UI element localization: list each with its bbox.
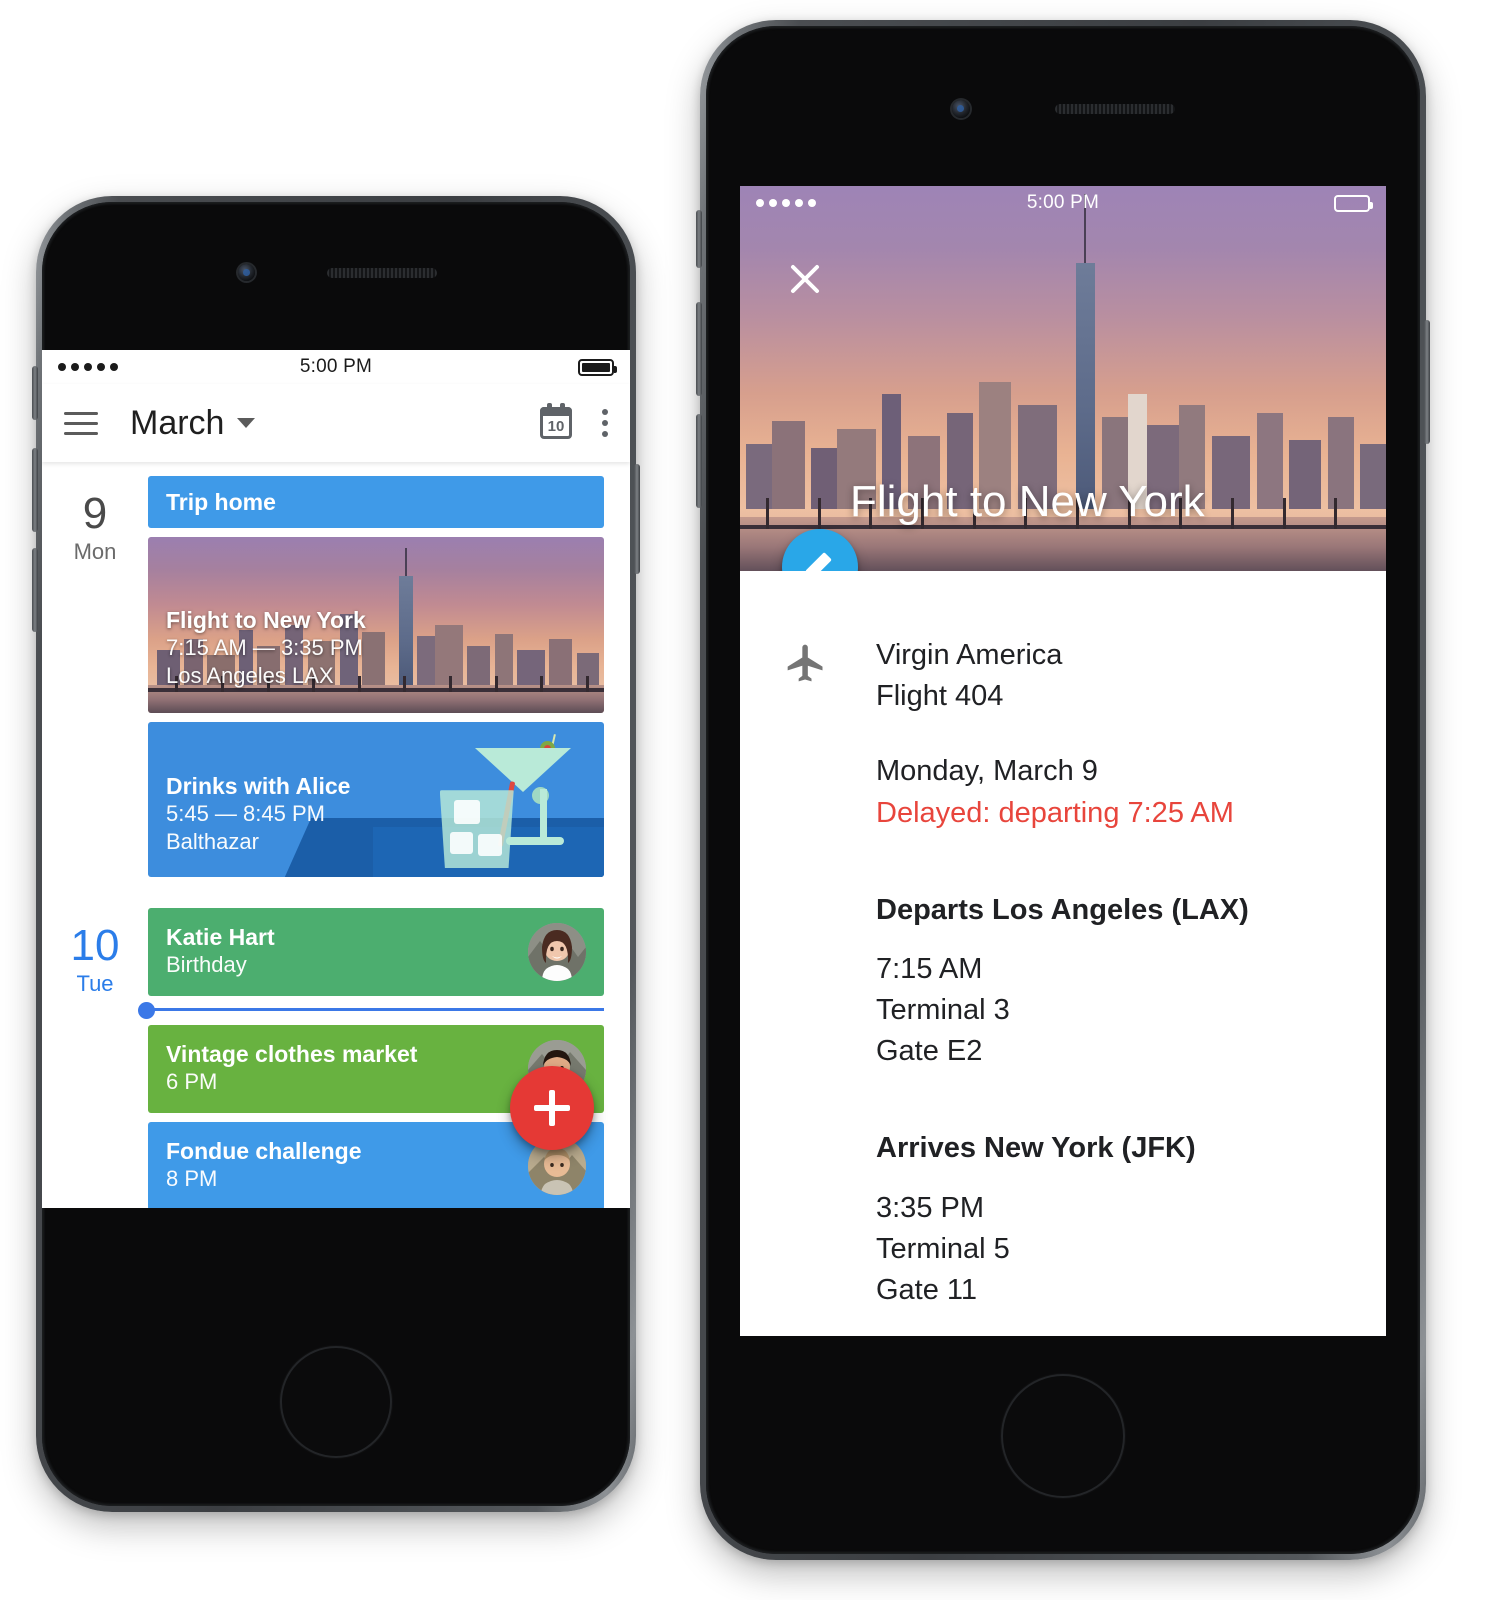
ios-status-bar-right: 5:00 PM	[740, 186, 1386, 220]
earpiece-speaker	[1055, 104, 1175, 114]
phone-body-left: 5:00 PM March 10 9 Mon Trip home Flight …	[42, 202, 630, 1506]
avatar	[528, 923, 586, 981]
home-button[interactable]	[280, 1346, 392, 1458]
phone-device-left: 5:00 PM March 10 9 Mon Trip home Flight …	[32, 196, 640, 1512]
event-time: 5:45 — 8:45 PM	[166, 801, 325, 826]
volume-down-button[interactable]	[32, 548, 38, 632]
flight-status-delayed: Delayed: departing 7:25 AM	[876, 796, 1234, 829]
phone-device-right: 5:00 PM Flight to New York Virgin Americ…	[696, 20, 1430, 1560]
agenda-list[interactable]: 9 Mon Trip home Flight to New York 7:15 …	[42, 462, 630, 1208]
silent-switch[interactable]	[32, 366, 38, 420]
cocktail-illustration	[284, 722, 604, 877]
agenda-day-group: 9 Mon Trip home Flight to New York 7:15 …	[42, 462, 630, 886]
event-title: Drinks with Alice	[166, 772, 351, 799]
event-title: Fondue challenge	[166, 1138, 362, 1164]
pencil-icon	[801, 548, 839, 571]
home-button[interactable]	[1001, 1374, 1125, 1498]
event-location: Los Angeles LAX	[166, 662, 334, 688]
airline-name: Virgin America	[876, 639, 1063, 671]
event-subtitle: Birthday	[166, 952, 247, 978]
battery-icon	[1334, 194, 1373, 212]
phone-body-right: 5:00 PM Flight to New York Virgin Americ…	[706, 26, 1420, 1554]
volume-up-button[interactable]	[696, 302, 702, 396]
hamburger-menu-icon[interactable]	[64, 411, 98, 435]
more-vert-icon[interactable]	[602, 409, 608, 437]
close-icon[interactable]	[784, 258, 826, 300]
arrival-heading: Arrives New York (JFK)	[876, 1132, 1196, 1165]
day-events: Trip home Flight to New York 7:15 AM — 3…	[148, 476, 630, 886]
event-card-katie-hart[interactable]: Katie Hart Birthday	[148, 908, 604, 996]
screenshot-stage: 5:00 PM March 10 9 Mon Trip home Flight …	[0, 0, 1488, 1600]
earpiece-speaker	[327, 268, 437, 278]
event-title: Katie Hart	[166, 924, 275, 950]
event-hero: 5:00 PM Flight to New York	[740, 186, 1386, 571]
front-camera-icon	[238, 264, 255, 281]
arrival-time: 3:35 PM	[876, 1191, 984, 1224]
plus-icon	[534, 1090, 570, 1126]
day-weekday: Tue	[76, 971, 114, 996]
battery-icon	[578, 358, 617, 376]
event-detail-title: Flight to New York	[850, 477, 1205, 526]
power-button[interactable]	[1424, 320, 1430, 444]
arrival-terminal: Terminal 5	[876, 1232, 1010, 1265]
calendar-app-bar: March 10	[42, 384, 630, 462]
day-weekday: Mon	[73, 539, 117, 564]
agenda-day-group: 10 Tue Katie Hart Birthday Vintage cloth…	[42, 886, 630, 1208]
event-time: 7:15 AM — 3:35 PM	[166, 635, 363, 660]
arrival-gate: Gate 11	[876, 1273, 978, 1306]
event-title: Flight to New York	[166, 606, 366, 633]
create-event-fab[interactable]	[510, 1066, 594, 1150]
event-card-drinks-with-alice[interactable]: Drinks with Alice 5:45 — 8:45 PM Balthaz…	[148, 722, 604, 877]
event-card-flight-to-new-york[interactable]: Flight to New York 7:15 AM — 3:35 PM Los…	[148, 537, 604, 713]
departure-terminal: Terminal 3	[876, 994, 1010, 1027]
day-gutter: 9 Mon	[42, 476, 148, 886]
departure-gate: Gate E2	[876, 1035, 983, 1068]
chevron-down-icon	[237, 418, 256, 428]
silent-switch[interactable]	[696, 210, 702, 268]
ios-status-bar-left: 5:00 PM	[42, 350, 630, 384]
event-detail-body: Virgin America Flight 404 Monday, March …	[740, 571, 1386, 1336]
flight-info-text: Virgin America Flight 404 Monday, March …	[876, 635, 1342, 1311]
app-bar-actions: 10	[540, 403, 608, 439]
day-number: 10	[70, 921, 120, 970]
front-camera-icon	[952, 100, 970, 118]
month-selector[interactable]: March	[130, 403, 256, 443]
event-card-trip-home[interactable]: Trip home	[148, 476, 604, 528]
status-bar-time: 5:00 PM	[1026, 192, 1100, 213]
power-button[interactable]	[634, 464, 640, 574]
calendar-app-screen: 5:00 PM March 10 9 Mon Trip home Flight …	[42, 350, 630, 1208]
volume-up-button[interactable]	[32, 448, 38, 532]
flight-date: Monday, March 9	[876, 755, 1098, 788]
page-title: March	[130, 403, 225, 442]
departure-heading: Departs Los Angeles (LAX)	[876, 893, 1249, 926]
volume-down-button[interactable]	[696, 414, 702, 508]
event-title: Vintage clothes market	[166, 1041, 418, 1067]
event-time: 8 PM	[166, 1166, 218, 1192]
day-gutter-today: 10 Tue	[42, 908, 148, 1208]
day-events: Katie Hart Birthday Vintage clothes mark…	[138, 908, 630, 1208]
flight-info-row: Virgin America Flight 404 Monday, March …	[740, 635, 1386, 1311]
status-bar-time: 5:00 PM	[299, 356, 373, 377]
event-title: Trip home	[166, 488, 276, 515]
event-location: Balthazar	[166, 828, 259, 854]
airplane-icon	[784, 635, 876, 1311]
current-time-indicator	[138, 1002, 604, 1019]
calendar-today-icon[interactable]: 10	[540, 403, 572, 439]
flight-number: Flight 404	[876, 680, 1004, 713]
calendar-icon-day: 10	[547, 418, 565, 435]
event-detail-screen: 5:00 PM Flight to New York Virgin Americ…	[740, 186, 1386, 1336]
departure-time: 7:15 AM	[876, 952, 983, 985]
day-number: 9	[82, 489, 108, 538]
